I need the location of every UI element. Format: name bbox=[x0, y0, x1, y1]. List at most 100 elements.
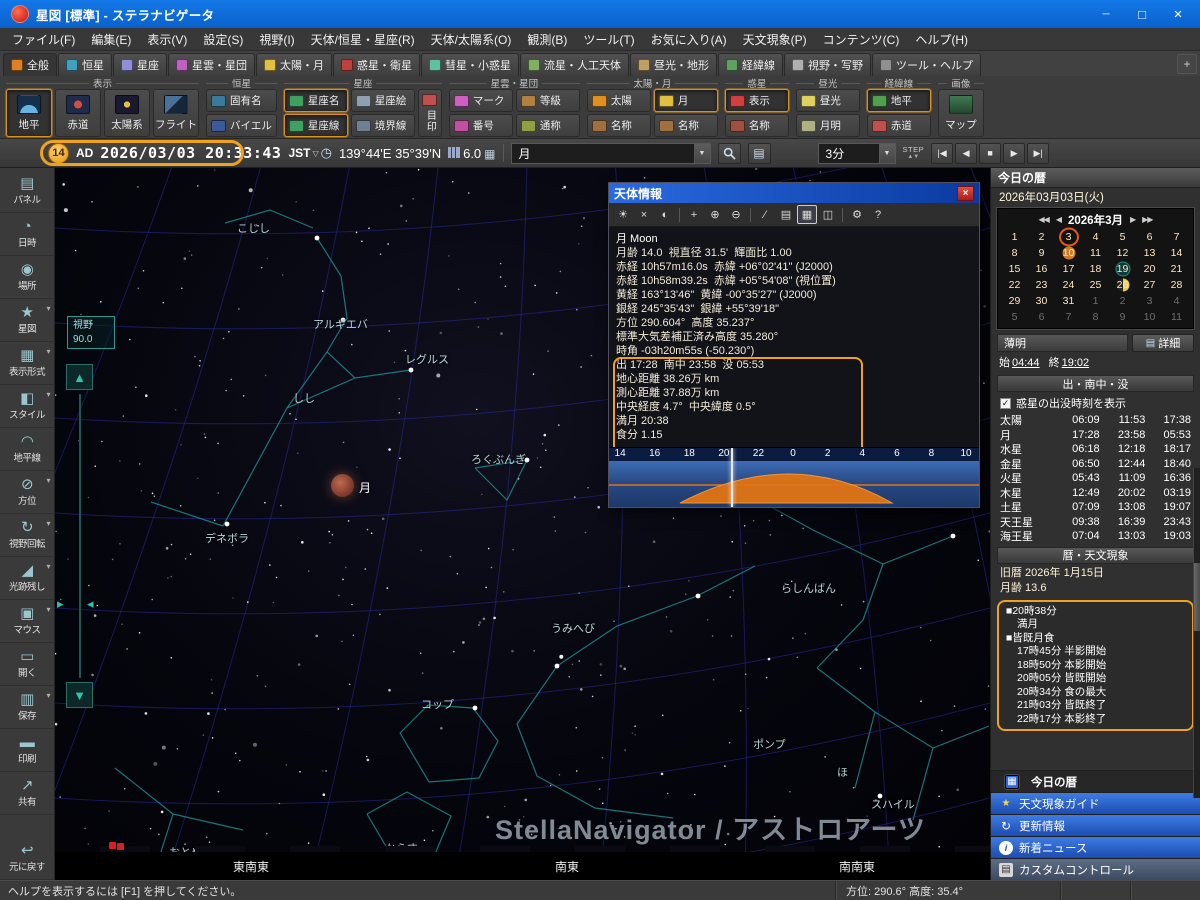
playback-play-button[interactable]: ▶ bbox=[1003, 143, 1025, 164]
tool-help-icon[interactable]: ? bbox=[868, 205, 888, 224]
equatorial-grid-button[interactable]: 赤道 bbox=[867, 114, 931, 137]
common-name-button[interactable]: 通称 bbox=[516, 114, 580, 137]
calendar-day[interactable]: 3 bbox=[1136, 293, 1163, 309]
calendar-day[interactable]: 18 bbox=[1082, 261, 1109, 277]
menu-item-8[interactable]: ツール(T) bbox=[575, 28, 642, 51]
calendar-day[interactable]: 25 bbox=[1082, 277, 1109, 293]
calendar-day[interactable]: 27 bbox=[1136, 277, 1163, 293]
panel-nav-custom-control[interactable]: ▤カスタムコントロール bbox=[991, 858, 1200, 880]
time-step-select[interactable]: 3分 ▼ bbox=[818, 143, 896, 164]
calendar-day[interactable]: 15 bbox=[1001, 261, 1028, 277]
constellation-name-button[interactable]: 星座名 bbox=[284, 89, 348, 112]
calendar-prev-year-button[interactable]: ◀◀ bbox=[1039, 215, 1049, 224]
guide-mark-button[interactable]: 目印 bbox=[418, 89, 442, 137]
calendar-day[interactable]: 1 bbox=[1001, 229, 1028, 245]
calendar-prev-month-button[interactable]: ◀ bbox=[1056, 215, 1061, 224]
calendar-day[interactable]: 10 bbox=[1055, 245, 1082, 261]
sidebar-item-star-chart[interactable]: ★▾星図 bbox=[0, 299, 54, 342]
tool-hide-icon[interactable]: × bbox=[634, 205, 654, 224]
panel-nav-update-info[interactable]: ↻更新情報 bbox=[991, 814, 1200, 836]
calendar-day[interactable]: 11 bbox=[1082, 245, 1109, 261]
calendar-day[interactable]: 16 bbox=[1028, 261, 1055, 277]
equatorial-button[interactable]: 赤道 bbox=[55, 89, 101, 137]
close-icon[interactable] bbox=[1160, 2, 1196, 26]
calendar-day[interactable]: 6 bbox=[1136, 229, 1163, 245]
playback-back-button[interactable]: ◀ bbox=[955, 143, 977, 164]
menu-item-4[interactable]: 視野(I) bbox=[251, 28, 302, 51]
calendar-day[interactable]: 22 bbox=[1001, 277, 1028, 293]
tab-satellites[interactable]: 流星・人工天体 bbox=[520, 53, 629, 76]
sun-button[interactable]: 太陽 bbox=[587, 89, 651, 112]
chevron-down-icon[interactable]: ▼ bbox=[879, 144, 895, 163]
datetime-display[interactable]: 2026/03/03 20:33:43 bbox=[100, 144, 281, 162]
tool-zoom-in-icon[interactable]: ⊕ bbox=[705, 205, 725, 224]
menu-item-1[interactable]: 編集(E) bbox=[83, 28, 139, 51]
step-spinner[interactable]: STEP ▲▼ bbox=[903, 146, 925, 160]
sidebar-item-display-format[interactable]: ▦▾表示形式 bbox=[0, 342, 54, 385]
calendar-day[interactable]: 3 bbox=[1055, 229, 1082, 245]
calendar-day[interactable]: 10 bbox=[1136, 309, 1163, 325]
menu-item-3[interactable]: 設定(S) bbox=[195, 28, 251, 51]
menu-item-0[interactable]: ファイル(F) bbox=[4, 28, 83, 51]
calendar-day[interactable]: 11 bbox=[1163, 309, 1190, 325]
calendar-day[interactable]: 8 bbox=[1001, 245, 1028, 261]
panel-nav-phenomena-guide[interactable]: ★天文現象ガイド bbox=[991, 792, 1200, 814]
moonlight-button[interactable]: 月明 bbox=[796, 114, 860, 137]
horizon-button[interactable]: 地平 bbox=[6, 89, 52, 137]
tab-daylight-terrain[interactable]: 昼光・地形 bbox=[630, 53, 717, 76]
bayer-button[interactable]: バイエル bbox=[206, 114, 277, 137]
proper-name-button[interactable]: 固有名 bbox=[206, 89, 277, 112]
calendar-day[interactable]: 5 bbox=[1109, 229, 1136, 245]
timezone-control[interactable]: JST ▽ bbox=[288, 145, 332, 161]
calendar-day[interactable]: 19 bbox=[1109, 261, 1136, 277]
mark-button[interactable]: マーク bbox=[449, 89, 513, 112]
tab-constellations[interactable]: 星座 bbox=[113, 53, 167, 76]
sidebar-item-light-trail[interactable]: ◢▾光跡残し bbox=[0, 557, 54, 600]
limiting-magnitude-control[interactable]: 6.0 bbox=[448, 146, 495, 161]
maximize-icon[interactable] bbox=[1124, 2, 1160, 26]
minimize-icon[interactable] bbox=[1088, 2, 1124, 26]
calendar-day[interactable]: 31 bbox=[1055, 293, 1082, 309]
menu-item-10[interactable]: 天文現象(P) bbox=[735, 28, 815, 51]
boundary-line-button[interactable]: 境界線 bbox=[351, 114, 415, 137]
chevron-down-icon[interactable]: ▼ bbox=[694, 144, 710, 163]
tool-pen-icon[interactable]: ∕ bbox=[755, 205, 775, 224]
tool-sun-icon[interactable]: ☀ bbox=[613, 205, 633, 224]
map-button[interactable]: マップ bbox=[938, 89, 984, 137]
calendar-day[interactable]: 17 bbox=[1055, 261, 1082, 277]
pan-up-button[interactable] bbox=[66, 364, 93, 390]
sun-name-button[interactable]: 名称 bbox=[587, 114, 651, 137]
pin-toolbar-button[interactable]: + bbox=[1177, 54, 1197, 74]
menu-item-7[interactable]: 観測(B) bbox=[519, 28, 575, 51]
playback-first-button[interactable]: |◀ bbox=[931, 143, 953, 164]
tool-settings-icon[interactable]: ⚙ bbox=[847, 205, 867, 224]
star-chart[interactable]: こじしアルギエバレグルスししろくぶんぎデネボラうみへびらしんばんコップポンプほス… bbox=[55, 168, 990, 880]
tab-tools-help[interactable]: ツール・ヘルプ bbox=[872, 53, 981, 76]
menu-item-2[interactable]: 表示(V) bbox=[139, 28, 195, 51]
tab-general[interactable]: 全般 bbox=[3, 53, 57, 76]
calendar-day[interactable]: 2 bbox=[1028, 229, 1055, 245]
search-button[interactable] bbox=[718, 143, 741, 164]
calendar-day[interactable]: 20 bbox=[1136, 261, 1163, 277]
sidebar-item-open[interactable]: ▭開く bbox=[0, 643, 54, 686]
constellation-line-button[interactable]: 星座線 bbox=[284, 114, 348, 137]
tool-zoom-out-icon[interactable]: ⊖ bbox=[726, 205, 746, 224]
tool-shade-icon[interactable]: ◐ bbox=[655, 205, 675, 224]
sidebar-item-fov-rotation[interactable]: ↻▾視野回転 bbox=[0, 514, 54, 557]
tab-grid-lines[interactable]: 経緯線 bbox=[718, 53, 783, 76]
calendar-day[interactable]: 9 bbox=[1109, 309, 1136, 325]
menu-item-6[interactable]: 天体/太陽系(O) bbox=[423, 28, 520, 51]
calendar-day[interactable]: 4 bbox=[1082, 229, 1109, 245]
pan-down-button[interactable] bbox=[66, 682, 93, 708]
calendar-day[interactable]: 30 bbox=[1028, 293, 1055, 309]
sidebar-item-azimuth[interactable]: ⊘▾方位 bbox=[0, 471, 54, 514]
sidebar-item-datetime[interactable]: ◔日時 bbox=[0, 213, 54, 256]
menu-item-9[interactable]: お気に入り(A) bbox=[643, 28, 735, 51]
calendar-day[interactable]: 7 bbox=[1055, 309, 1082, 325]
calendar-day[interactable]: 12 bbox=[1109, 245, 1136, 261]
calendar-day[interactable]: 8 bbox=[1082, 309, 1109, 325]
slider-handle-left-icon[interactable] bbox=[57, 596, 64, 612]
menu-item-11[interactable]: コンテンツ(C) bbox=[815, 28, 908, 51]
daylight-toggle-button[interactable]: 昼光 bbox=[796, 89, 860, 112]
playback-last-button[interactable]: ▶| bbox=[1027, 143, 1049, 164]
